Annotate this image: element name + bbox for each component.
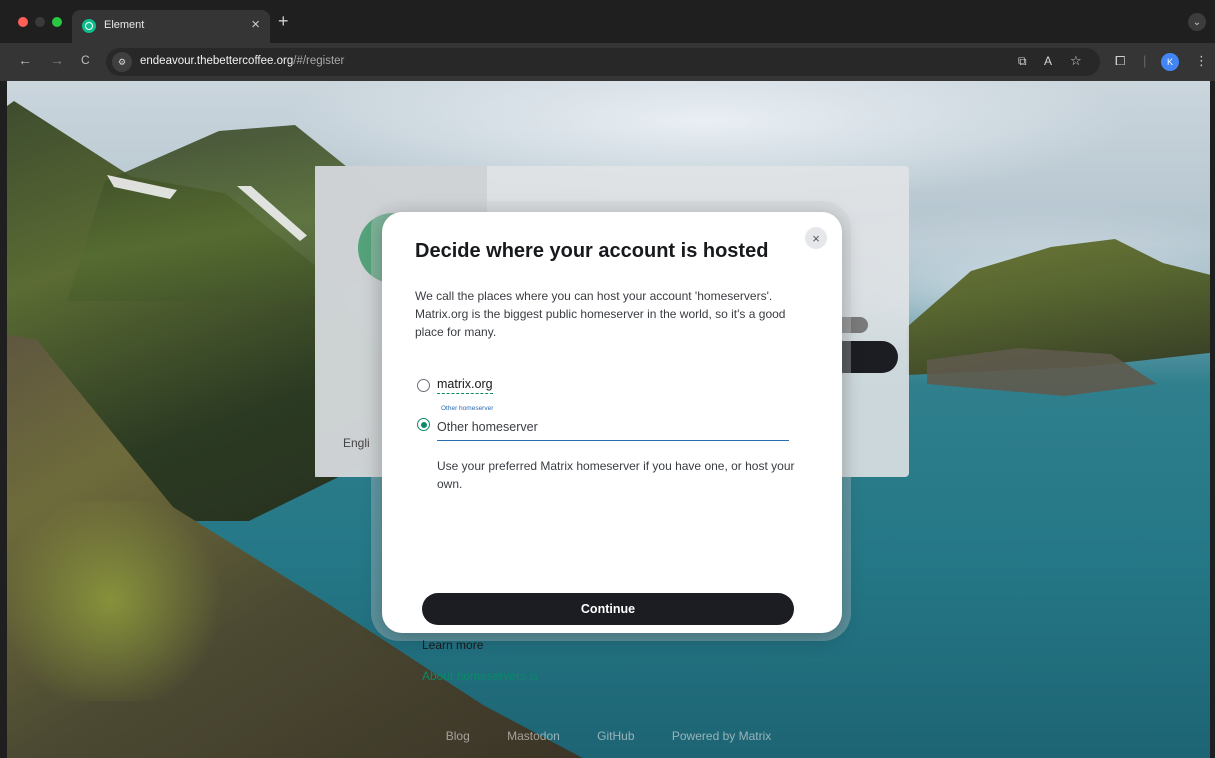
dialog-description: We call the places where you can host yo… <box>415 289 786 339</box>
language-selector[interactable]: Engli <box>343 436 370 450</box>
footer-link-mastodon[interactable]: Mastodon <box>507 729 560 743</box>
page-viewport: Engli t Blog Mastodon GitHub Powered by … <box>7 81 1210 758</box>
cast-icon[interactable]: ⧉ <box>1018 54 1027 69</box>
server-picker-dialog: × Decide where your account is hosted We… <box>382 212 842 683</box>
url-text[interactable]: endeavour.thebettercoffee.org/#/register <box>140 55 344 67</box>
homeserver-help-text: Use your preferred Matrix homeserver if … <box>437 459 795 491</box>
browser-tab-element[interactable]: Element × <box>72 10 270 43</box>
close-icon: × <box>812 230 820 246</box>
toolbar-divider: | <box>1143 53 1147 68</box>
about-homeservers-label: About homeservers <box>422 669 527 683</box>
url-host: endeavour.thebettercoffee.org <box>140 55 294 67</box>
new-tab-button[interactable]: + <box>278 11 289 32</box>
radio-matrix-org[interactable] <box>417 379 430 392</box>
browser-toolbar: ← → C ⚙ endeavour.thebettercoffee.org/#/… <box>0 43 1215 81</box>
element-favicon-icon <box>82 19 96 33</box>
extensions-icon[interactable]: ⧠ <box>1115 53 1125 69</box>
homeserver-input[interactable] <box>437 414 789 441</box>
tab-title: Element <box>104 19 145 31</box>
external-link-icon: ⧉ <box>530 672 538 683</box>
close-dialog-button[interactable]: × <box>805 227 827 249</box>
footer-link-github[interactable]: GitHub <box>597 729 634 743</box>
window-minimize-button[interactable] <box>35 17 45 27</box>
forward-icon[interactable]: → <box>50 52 64 68</box>
back-icon[interactable]: ← <box>18 52 32 68</box>
page-footer: Blog Mastodon GitHub Powered by Matrix <box>7 729 1210 743</box>
address-bar[interactable]: ⚙ endeavour.thebettercoffee.org/#/regist… <box>106 48 1100 76</box>
window-maximize-button[interactable] <box>52 17 62 27</box>
learn-more-heading: Learn more <box>422 638 484 652</box>
browser-tab-bar: Element × + ⌄ <box>0 0 1215 43</box>
about-homeservers-link[interactable]: About homeservers ⧉ <box>422 669 537 683</box>
reload-icon[interactable]: C <box>81 53 90 67</box>
homeserver-field-label: Other homeserver <box>441 405 494 412</box>
continue-button[interactable]: Continue <box>422 593 794 625</box>
url-path: /#/register <box>293 55 345 67</box>
browser-menu-icon[interactable]: ⋮ <box>1195 53 1208 69</box>
radio-other-homeserver[interactable] <box>417 418 430 431</box>
profile-avatar[interactable]: K <box>1161 53 1179 71</box>
footer-link-blog[interactable]: Blog <box>446 729 470 743</box>
window-close-button[interactable] <box>18 17 28 27</box>
dialog-title: Decide where your account is hosted <box>415 240 769 262</box>
bookmark-star-icon[interactable]: ☆ <box>1070 53 1082 69</box>
tab-close-icon[interactable]: × <box>251 16 260 33</box>
background-moss <box>7 501 267 701</box>
tab-search-button[interactable]: ⌄ <box>1188 13 1206 31</box>
translate-icon[interactable]: A <box>1044 54 1052 68</box>
option-matrix-org-label[interactable]: matrix.org <box>437 377 493 394</box>
site-info-icon[interactable]: ⚙ <box>112 52 132 72</box>
footer-link-powered-by[interactable]: Powered by Matrix <box>672 729 771 743</box>
